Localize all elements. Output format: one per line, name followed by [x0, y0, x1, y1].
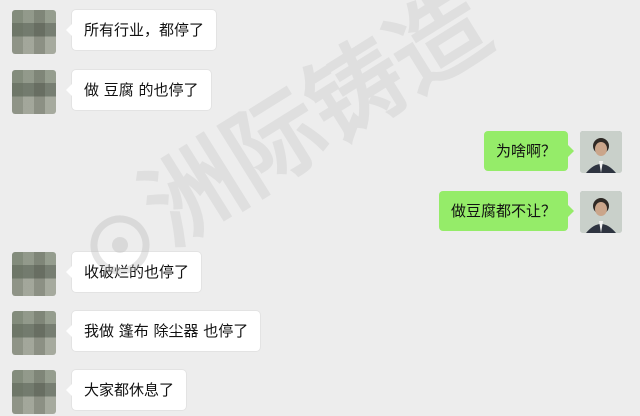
message-row: 收破烂的也停了 [0, 252, 640, 296]
avatar[interactable] [12, 10, 56, 54]
message-row: 做 豆腐 的也停了 [0, 70, 640, 114]
incoming-message-bubble[interactable]: 收破烂的也停了 [65, 252, 202, 292]
outgoing-message-bubble[interactable]: 为啥啊？ [483, 131, 575, 171]
message-row: 做豆腐都不让？ [0, 191, 640, 235]
incoming-message-bubble[interactable]: 大家都休息了 [65, 370, 187, 410]
message-text: 做豆腐都不让？ [450, 202, 556, 220]
incoming-message-bubble[interactable]: 做 豆腐 的也停了 [66, 70, 211, 110]
message-text: 做 豆腐 的也停了 [84, 81, 199, 99]
message-text: 为啥啊？ [495, 142, 556, 160]
message-text: 我做 篷布 除尘器 也停了 [84, 322, 249, 340]
message-row: 大家都休息了 [0, 370, 640, 414]
message-text: 所有行业，都停了 [84, 21, 205, 39]
message-row: 我做 篷布 除尘器 也停了 [0, 311, 640, 355]
avatar[interactable] [580, 131, 622, 173]
outgoing-message-bubble[interactable]: 做豆腐都不让？ [438, 191, 575, 231]
message-row: 为啥啊？ [0, 131, 640, 175]
avatar[interactable] [580, 191, 622, 233]
incoming-message-bubble[interactable]: 所有行业，都停了 [65, 10, 217, 50]
user-photo-icon [580, 191, 622, 233]
message-text: 收破烂的也停了 [84, 263, 190, 281]
message-row: 所有行业，都停了 [0, 10, 640, 54]
avatar[interactable] [12, 70, 56, 114]
avatar[interactable] [12, 370, 56, 414]
message-text: 大家都休息了 [84, 381, 175, 399]
incoming-message-bubble[interactable]: 我做 篷布 除尘器 也停了 [65, 311, 261, 351]
avatar[interactable] [12, 311, 56, 355]
avatar[interactable] [12, 252, 56, 296]
user-photo-icon [580, 131, 622, 173]
